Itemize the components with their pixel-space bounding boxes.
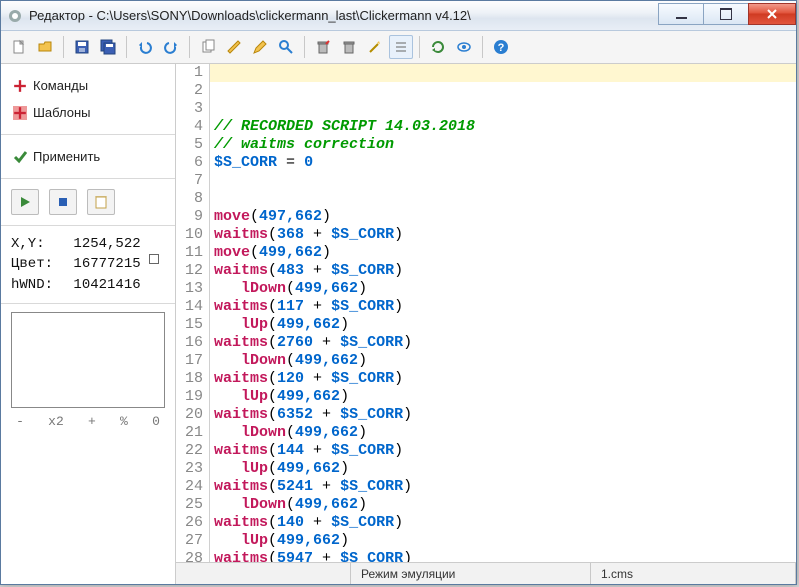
sidebar-item-label: Команды [33, 78, 88, 93]
code-lines[interactable]: // RECORDED SCRIPT 14.03.2018// waitms c… [214, 118, 796, 562]
toolbar-separator [189, 36, 190, 58]
zoom-pct-label: % [120, 414, 128, 429]
wand-button[interactable] [363, 35, 387, 59]
xy-value: 1254,522 [73, 234, 140, 254]
zoom-zero-button[interactable]: 0 [149, 414, 163, 429]
list-button[interactable] [389, 35, 413, 59]
toolbar-separator [419, 36, 420, 58]
save-button[interactable] [70, 35, 94, 59]
close-button[interactable] [748, 3, 796, 25]
status-mode: Режим эмуляции [351, 563, 591, 584]
status-file: 1.cms [591, 563, 796, 584]
redo-button[interactable] [159, 35, 183, 59]
window-title: Редактор - C:\Users\SONY\Downloads\click… [29, 8, 658, 23]
client-area: Команды Шаблоны Применить X,Y: 1 [1, 64, 796, 584]
notes-button[interactable] [87, 189, 115, 215]
app-icon [7, 8, 23, 24]
pencil-button[interactable] [248, 35, 272, 59]
editor-statusbar: Режим эмуляции 1.cms [176, 562, 796, 584]
color-label: Цвет: [11, 254, 53, 274]
app-window: Редактор - C:\Users\SONY\Downloads\click… [0, 0, 797, 585]
color-value: 16777215 [73, 254, 140, 274]
xy-label: X,Y: [11, 234, 45, 254]
toolbar-separator [63, 36, 64, 58]
apply-label: Применить [33, 149, 100, 164]
color-swatch [149, 254, 159, 264]
undo-button[interactable] [133, 35, 157, 59]
sidebar: Команды Шаблоны Применить X,Y: 1 [1, 64, 176, 584]
search-button[interactable] [274, 35, 298, 59]
copy-button[interactable] [196, 35, 220, 59]
open-file-button[interactable] [33, 35, 57, 59]
zoom-label: x2 [48, 414, 64, 429]
hwnd-value: 10421416 [73, 275, 140, 295]
titlebar[interactable]: Редактор - C:\Users\SONY\Downloads\click… [1, 1, 796, 31]
refresh-button[interactable] [426, 35, 450, 59]
toolbar-separator [126, 36, 127, 58]
toolbar: ? [1, 31, 796, 64]
apply-button[interactable]: Применить [11, 143, 165, 170]
play-button[interactable] [11, 189, 39, 215]
code-editor[interactable]: 1234567891011121314151617181920212223242… [176, 64, 796, 584]
sidebar-item-label: Шаблоны [33, 105, 91, 120]
maximize-button[interactable] [703, 3, 749, 25]
zoom-controls: - x2 + % 0 [1, 412, 175, 437]
toolbar-separator [482, 36, 483, 58]
delete-button[interactable] [311, 35, 335, 59]
line-gutter: 1234567891011121314151617181920212223242… [176, 64, 210, 562]
check-icon [13, 150, 27, 164]
eye-button[interactable] [452, 35, 476, 59]
new-file-button[interactable] [7, 35, 31, 59]
current-line-highlight [210, 64, 796, 82]
zoom-minus-button[interactable]: - [13, 414, 27, 429]
sidebar-item-commands[interactable]: Команды [11, 72, 165, 99]
zoom-plus-button[interactable]: + [85, 414, 99, 429]
svg-text:?: ? [498, 42, 505, 54]
toolbar-separator [304, 36, 305, 58]
sidebar-item-templates[interactable]: Шаблоны [11, 99, 165, 126]
save-all-button[interactable] [96, 35, 120, 59]
plus-icon [13, 79, 27, 93]
cursor-status: X,Y: 1254,522 Цвет: 16777215 hWND: 10421… [1, 226, 175, 304]
preview-box [11, 312, 165, 408]
delete-alt-button[interactable] [337, 35, 361, 59]
plus-icon [13, 106, 27, 120]
minimize-button[interactable] [658, 3, 704, 25]
stop-button[interactable] [49, 189, 77, 215]
help-button[interactable]: ? [489, 35, 513, 59]
ruler-button[interactable] [222, 35, 246, 59]
hwnd-label: hWND: [11, 275, 53, 295]
